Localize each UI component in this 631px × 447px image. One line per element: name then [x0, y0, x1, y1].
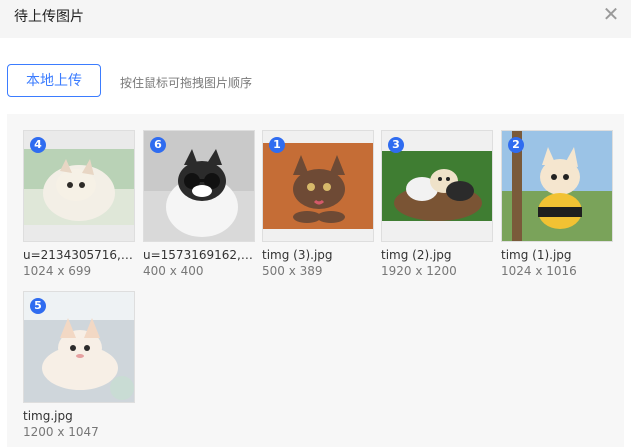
file-name: u=2134305716,2... — [23, 248, 139, 262]
file-name: timg (3).jpg — [262, 248, 333, 262]
drag-hint: 按住鼠标可拖拽图片顺序 — [120, 76, 253, 90]
file-dimensions: 1024 x 1016 — [501, 264, 577, 278]
image-gallery: 4 u=2134305716,2... 1024 x 699 6 u=15731… — [7, 114, 624, 447]
image-thumbnail[interactable]: 3 — [381, 130, 493, 242]
file-dimensions: 1024 x 699 — [23, 264, 92, 278]
file-name: u=1573169162,2... — [143, 248, 259, 262]
image-thumbnail[interactable]: 2 — [501, 130, 613, 242]
order-badge: 2 — [508, 137, 524, 153]
local-upload-button[interactable]: 本地上传 — [7, 64, 101, 97]
order-badge: 4 — [30, 137, 46, 153]
image-thumbnail[interactable]: 1 — [262, 130, 374, 242]
close-icon[interactable]: ✕ — [601, 4, 621, 24]
file-dimensions: 1200 x 1047 — [23, 425, 99, 439]
image-thumbnail[interactable]: 6 — [143, 130, 255, 242]
toolbar: 本地上传 按住鼠标可拖拽图片顺序 — [0, 38, 631, 114]
order-badge: 5 — [30, 298, 46, 314]
file-name: timg (2).jpg — [381, 248, 452, 262]
file-dimensions: 500 x 389 — [262, 264, 323, 278]
file-dimensions: 1920 x 1200 — [381, 264, 457, 278]
file-name: timg.jpg — [23, 409, 73, 423]
order-badge: 6 — [150, 137, 166, 153]
file-dimensions: 400 x 400 — [143, 264, 204, 278]
order-badge: 3 — [388, 137, 404, 153]
dialog-header: 待上传图片 ✕ — [0, 0, 631, 38]
image-thumbnail[interactable]: 5 — [23, 291, 135, 403]
dialog-title: 待上传图片 — [14, 9, 84, 25]
image-thumbnail[interactable]: 4 — [23, 130, 135, 242]
file-name: timg (1).jpg — [501, 248, 572, 262]
order-badge: 1 — [269, 137, 285, 153]
